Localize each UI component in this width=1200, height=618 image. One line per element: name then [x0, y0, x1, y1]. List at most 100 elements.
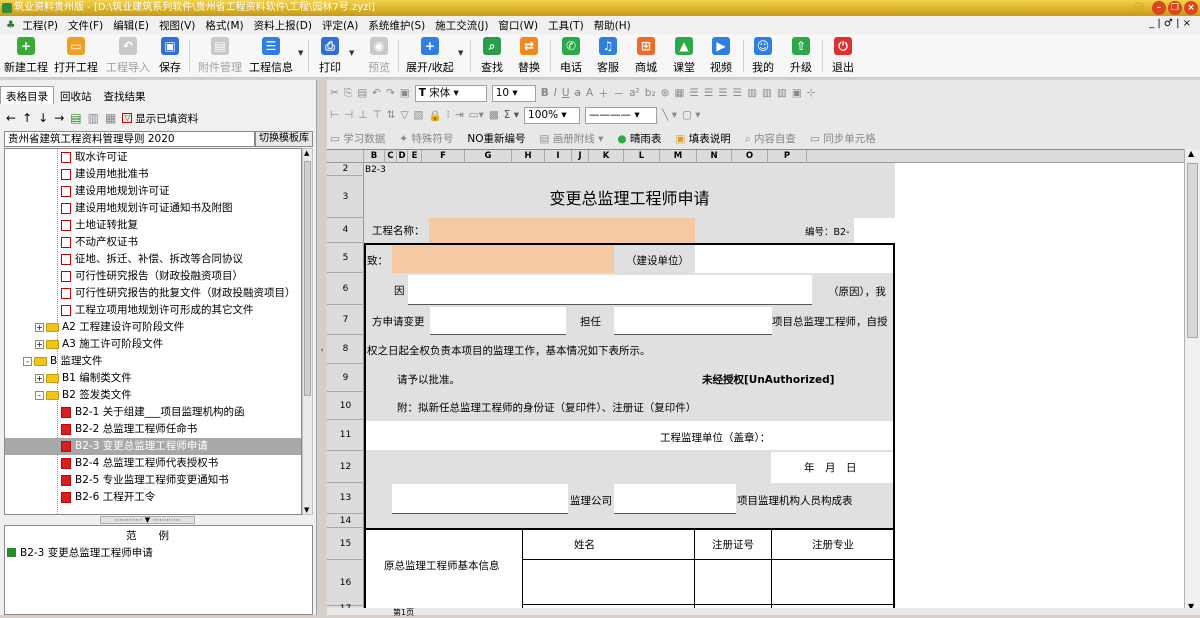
- self-check-button[interactable]: ⌕ 内容自查: [745, 131, 796, 146]
- reason-input[interactable]: [408, 275, 812, 305]
- column-header[interactable]: L: [624, 150, 660, 163]
- company-input[interactable]: [392, 484, 568, 514]
- special-symbol-button[interactable]: ✦ 特殊符号: [399, 131, 453, 146]
- tree-item[interactable]: 建设用地规划许可证通知书及附图: [5, 200, 301, 217]
- study-data-button[interactable]: ▭ 学习数据: [330, 131, 385, 146]
- redo-icon[interactable]: ↷: [386, 87, 395, 99]
- sheet-tab-page1[interactable]: 第1页: [393, 607, 414, 618]
- row-header[interactable]: 8: [327, 335, 364, 364]
- menu-format[interactable]: 格式(M): [200, 18, 248, 33]
- exit-button[interactable]: ⏻ 退出: [832, 37, 854, 75]
- delete-row-icon[interactable]: ⊥: [358, 109, 367, 121]
- scroll-up-icon[interactable]: ▲: [1188, 149, 1194, 158]
- row-header[interactable]: 11: [327, 420, 364, 451]
- standard-select[interactable]: 贵州省建筑工程资料管理导则 2020: [4, 131, 255, 147]
- row-header[interactable]: 4: [327, 218, 364, 243]
- paste-icon[interactable]: ▤: [357, 87, 367, 99]
- column-header[interactable]: C: [385, 150, 397, 163]
- column-header[interactable]: N: [697, 150, 732, 163]
- video-button[interactable]: ▶ 视频: [710, 37, 732, 75]
- tab-table-directory[interactable]: 表格目录: [0, 86, 54, 104]
- album-line-button[interactable]: ▤ 画册附线 ▾: [540, 131, 604, 146]
- tree-item[interactable]: B2-6 工程开工令: [5, 489, 301, 506]
- row-header[interactable]: 10: [327, 392, 364, 420]
- minus-icon[interactable]: －: [614, 86, 625, 101]
- menu-tools[interactable]: 工具(T): [543, 18, 589, 33]
- border-icon[interactable]: ▭▾: [469, 109, 484, 121]
- preview-button[interactable]: ◉ 预览: [368, 37, 390, 75]
- bold-icon[interactable]: B: [541, 87, 549, 99]
- expand-icon[interactable]: +: [35, 340, 44, 349]
- menu-project[interactable]: 工程(P): [17, 18, 63, 33]
- attachment-button[interactable]: ▤ 附件管理: [198, 37, 242, 75]
- insert-row-icon[interactable]: ⊢: [330, 109, 339, 121]
- row11-blank[interactable]: [366, 421, 893, 450]
- fill-icon[interactable]: ▩: [489, 109, 499, 121]
- column-header[interactable]: O: [732, 150, 768, 163]
- menu-edit[interactable]: 编辑(E): [108, 18, 154, 33]
- spreadsheet[interactable]: BCDEFGHIJKLMNOP 234567891011121314151617…: [327, 149, 1188, 611]
- tree-folder[interactable]: + A2 工程建设许可阶段文件: [5, 319, 301, 336]
- close-button[interactable]: ×: [1184, 1, 1198, 15]
- row-header[interactable]: 2: [327, 163, 364, 176]
- subscript-icon[interactable]: b₂: [645, 87, 656, 99]
- line-style-select[interactable]: ———— ▾: [585, 106, 658, 124]
- row-header[interactable]: 13: [327, 483, 364, 514]
- menu-system[interactable]: 系统维护(S): [363, 18, 430, 33]
- number-input[interactable]: [854, 218, 895, 243]
- shop-button[interactable]: ⊞ 商城: [635, 37, 657, 75]
- scroll-thumb[interactable]: [304, 161, 311, 396]
- arrow-down-icon[interactable]: ↓: [38, 111, 48, 125]
- lock-icon[interactable]: 🔒: [428, 109, 441, 122]
- print-button[interactable]: ⎙ 打印: [319, 37, 341, 75]
- column-header[interactable]: M: [660, 150, 697, 163]
- mine-button[interactable]: ☺ 我的: [752, 37, 774, 75]
- line-icon[interactable]: ╲ ▾: [662, 109, 677, 121]
- project-name-input[interactable]: [429, 218, 695, 243]
- tree-scrollbar[interactable]: ▲ ▼: [302, 148, 313, 515]
- cut-icon[interactable]: ✂: [330, 87, 339, 99]
- tree-item[interactable]: 取水许可证: [5, 149, 301, 166]
- font-color-icon[interactable]: A: [586, 87, 593, 99]
- show-filled-checkbox[interactable]: ▽ 显示已填资料: [122, 111, 198, 126]
- tree-folder[interactable]: - B 监理文件: [5, 353, 301, 370]
- collapse-icon[interactable]: -: [23, 357, 32, 366]
- indent-icon[interactable]: ⇥: [455, 109, 464, 121]
- row-header[interactable]: 14: [327, 514, 364, 528]
- builder-input[interactable]: [392, 245, 614, 273]
- mdi-controls[interactable]: _ | ♂ | ×: [1144, 18, 1196, 29]
- tree-item[interactable]: B2-2 总监理工程师任命书: [5, 421, 301, 438]
- menu-upload[interactable]: 资料上报(D): [249, 18, 317, 33]
- tree-item[interactable]: 可行性研究报告的批复文件（财政投融资项目）: [5, 285, 301, 302]
- line-spacing-icon[interactable]: ⁝: [447, 109, 450, 121]
- vertical-bottom-icon[interactable]: ▥: [777, 87, 787, 99]
- tree-folder[interactable]: + B1 编制类文件: [5, 370, 301, 387]
- open-project-button[interactable]: ▭ 打开工程: [54, 37, 98, 75]
- filter-icon[interactable]: ▽: [400, 109, 408, 121]
- row-header[interactable]: 16: [327, 560, 364, 606]
- arrow-right-icon[interactable]: →: [54, 111, 64, 125]
- chevron-down-icon[interactable]: ▼: [298, 49, 303, 57]
- sheet-corner[interactable]: [327, 150, 364, 163]
- format-painter-icon[interactable]: ▣: [400, 87, 410, 99]
- tree-item[interactable]: 可行性研究报告（财政投融资项目）: [5, 268, 301, 285]
- column-header[interactable]: K: [589, 150, 624, 163]
- tree-item[interactable]: 建设用地批准书: [5, 166, 301, 183]
- column-header[interactable]: P: [768, 150, 807, 163]
- vertical-splitter[interactable]: ‹: [318, 80, 326, 615]
- column-header[interactable]: D: [397, 150, 408, 163]
- scroll-down-icon[interactable]: ▼: [304, 506, 309, 514]
- horizontal-splitter[interactable]: ⋯⋯⋯⋯ ▼ ⋯⋯⋯⋯: [100, 516, 195, 524]
- save-button[interactable]: ▣ 保存: [159, 37, 181, 75]
- list-icon[interactable]: ▦: [105, 111, 116, 125]
- row5-right-input[interactable]: [695, 245, 893, 273]
- column-header[interactable]: H: [512, 150, 545, 163]
- expand-collapse-button[interactable]: + 展开/收起: [406, 37, 454, 75]
- upgrade-button[interactable]: ⇧ 升级: [790, 37, 812, 75]
- scroll-thumb[interactable]: [1187, 163, 1198, 338]
- column-header[interactable]: G: [465, 150, 512, 163]
- strikethrough-icon[interactable]: a̶: [575, 87, 581, 99]
- split-icon[interactable]: ⊹: [807, 87, 816, 99]
- chevron-down-icon[interactable]: ▼: [458, 49, 463, 57]
- add-node-icon[interactable]: ▤: [70, 111, 81, 125]
